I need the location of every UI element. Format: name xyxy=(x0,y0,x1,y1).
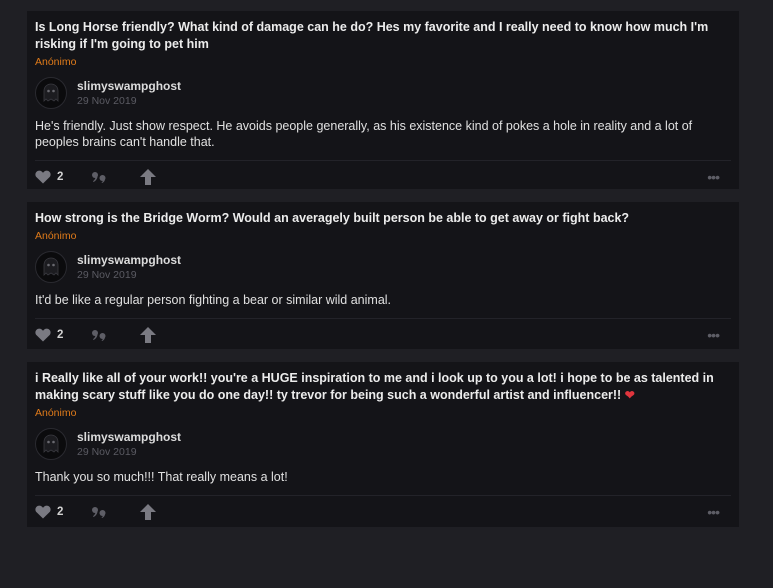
ghost-avatar-icon xyxy=(43,434,59,453)
like-button[interactable]: 2 xyxy=(35,328,63,342)
answer-text: He's friendly. Just show respect. He avo… xyxy=(35,119,693,149)
share-button[interactable] xyxy=(139,504,157,520)
answer-card: Is Long Horse friendly? What kind of dam… xyxy=(27,11,739,189)
share-arrow-icon xyxy=(140,169,157,185)
question-text: How strong is the Bridge Worm? Would an … xyxy=(35,211,630,225)
action-bar: 2 ••• xyxy=(35,318,731,351)
asker-name[interactable]: Anónimo xyxy=(35,229,731,243)
quote-button[interactable] xyxy=(91,329,107,341)
heart-icon xyxy=(35,328,51,342)
post-date: 29 Nov 2019 xyxy=(77,446,137,458)
question-text: i Really like all of your work!! you're … xyxy=(35,370,731,404)
share-arrow-icon xyxy=(140,327,157,343)
more-dots-icon[interactable]: ••• xyxy=(707,327,720,343)
more-dots-icon[interactable]: ••• xyxy=(707,169,720,185)
action-bar: 2 ••• xyxy=(35,495,731,528)
answer-card: How strong is the Bridge Worm? Would an … xyxy=(27,202,739,349)
quote-button[interactable] xyxy=(91,171,107,183)
quote-icon xyxy=(92,507,106,518)
like-count: 2 xyxy=(57,329,64,341)
like-button[interactable]: 2 xyxy=(35,505,63,519)
answer-card: i Really like all of your work!! you're … xyxy=(27,362,739,527)
ghost-avatar-icon xyxy=(43,83,59,102)
heart-icon xyxy=(35,505,51,519)
like-count: 2 xyxy=(57,506,64,518)
share-button[interactable] xyxy=(139,327,157,343)
author-row: slimyswampghost 29 Nov 2019 xyxy=(35,74,731,112)
asker-name[interactable]: Anónimo xyxy=(35,406,731,420)
asker-name[interactable]: Anónimo xyxy=(35,55,731,69)
ghost-avatar-icon xyxy=(43,257,59,276)
more-dots-icon[interactable]: ••• xyxy=(707,504,720,520)
answer-text: Thank you so much!!! That really means a… xyxy=(35,470,288,484)
avatar[interactable] xyxy=(35,77,67,109)
question-body: i Really like all of your work!! you're … xyxy=(35,371,714,402)
quote-icon xyxy=(92,330,106,341)
share-button[interactable] xyxy=(139,169,157,185)
author-username[interactable]: slimyswampghost xyxy=(77,429,181,445)
question-text: Is Long Horse friendly? What kind of dam… xyxy=(35,20,709,51)
avatar[interactable] xyxy=(35,428,67,460)
avatar[interactable] xyxy=(35,251,67,283)
share-arrow-icon xyxy=(140,504,157,520)
author-row: slimyswampghost 29 Nov 2019 xyxy=(35,425,731,463)
answers-feed: Is Long Horse friendly? What kind of dam… xyxy=(0,0,773,588)
red-heart-emoji: ❤ xyxy=(624,388,635,402)
action-bar: 2 ••• xyxy=(35,160,731,193)
author-row: slimyswampghost 29 Nov 2019 xyxy=(35,248,731,286)
post-date: 29 Nov 2019 xyxy=(77,269,137,281)
author-username[interactable]: slimyswampghost xyxy=(77,252,181,268)
quote-button[interactable] xyxy=(91,506,107,518)
heart-icon xyxy=(35,170,51,184)
post-date: 29 Nov 2019 xyxy=(77,95,137,107)
answer-text: It'd be like a regular person fighting a… xyxy=(35,293,392,307)
author-username[interactable]: slimyswampghost xyxy=(77,78,181,94)
like-button[interactable]: 2 xyxy=(35,170,63,184)
like-count: 2 xyxy=(57,171,64,183)
quote-icon xyxy=(92,172,106,183)
